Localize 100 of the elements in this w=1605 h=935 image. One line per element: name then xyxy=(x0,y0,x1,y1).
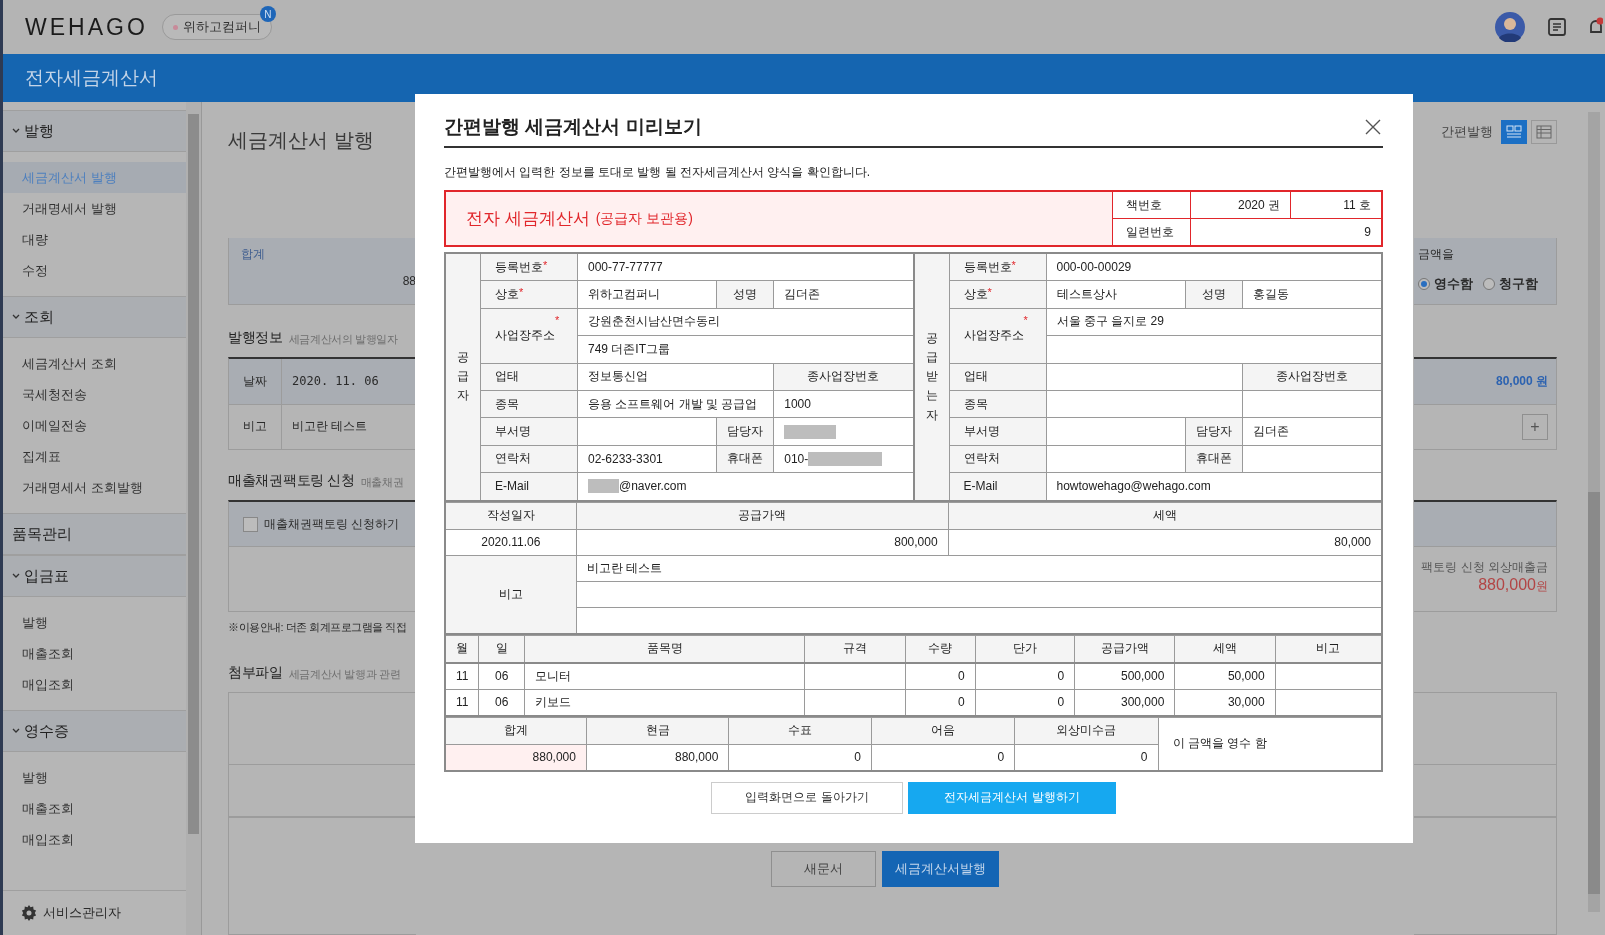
field-label: 등록번호* xyxy=(481,254,577,281)
sidebar-item[interactable]: 세금계산서 조회 xyxy=(3,348,186,379)
sidebar-item[interactable]: 발행 xyxy=(3,762,186,793)
receivable-label: 팩토링 신청 외상매출금 xyxy=(1421,559,1548,576)
table-cell: 0 xyxy=(975,662,1075,689)
table-cell: 749 더존IT그룹 xyxy=(578,336,913,363)
table-cell: 000-77-77777 xyxy=(578,254,913,281)
column-header: 현금 xyxy=(586,717,729,744)
field-label: 부서명 xyxy=(949,418,1046,445)
field-label: 종사업장번호 xyxy=(1242,363,1381,390)
field-label: 종사업장번호 xyxy=(774,363,913,390)
mode-label: 간편발행 xyxy=(1441,123,1493,141)
column-header: 외상미수금 xyxy=(1014,717,1159,744)
table-cell: 000-00-00029 xyxy=(1046,254,1381,281)
form-view-icon xyxy=(1506,125,1522,139)
table-cell: 서울 중구 을지로 29 xyxy=(1046,308,1381,336)
column-header: 품목명 xyxy=(524,635,805,663)
sidebar-item[interactable]: 거래명세서 조회발행 xyxy=(3,472,186,503)
form-view-button[interactable] xyxy=(1501,120,1527,144)
factoring-checkbox[interactable]: 매출채권팩토링 신청하기 xyxy=(243,515,400,533)
avatar-icon[interactable] xyxy=(1495,12,1525,42)
sidebar-section[interactable]: 입금표 xyxy=(3,555,186,597)
table-cell: 홍길동 xyxy=(1242,281,1381,308)
new-document-button[interactable]: 새문서 xyxy=(771,851,876,887)
row-label: 날짜 xyxy=(229,359,282,404)
radio-circle[interactable] xyxy=(1418,278,1430,290)
section-hint: 매출채권 xyxy=(360,475,404,490)
column-header: 공급가액 xyxy=(1074,635,1175,663)
radio-circle[interactable] xyxy=(1483,278,1495,290)
table-view-button[interactable] xyxy=(1531,120,1557,144)
column-header: 일 xyxy=(478,635,525,663)
sidebar-item[interactable]: 대량 xyxy=(3,224,186,255)
admin-label[interactable]: 서비스관리자 xyxy=(43,904,121,922)
sidebar-section[interactable]: 품목관리 xyxy=(3,513,186,555)
section-heading: 발행정보 xyxy=(228,329,283,347)
table-cell: 880,000 xyxy=(445,744,587,771)
table-cell: 김더존 xyxy=(1242,418,1381,445)
sidebar-item[interactable]: 거래명세서 발행 xyxy=(3,193,186,224)
back-button[interactable]: 입력화면으로 돌아가기 xyxy=(711,781,903,814)
field-label: 사업장주소 * xyxy=(949,308,1046,363)
app-title: 전자세금계산서 xyxy=(25,66,158,90)
column-header: 규격 xyxy=(804,635,906,663)
column-header: 단가 xyxy=(975,635,1075,663)
table-cell: 50,000 xyxy=(1174,662,1276,689)
field-label: 사업장주소 * xyxy=(481,308,577,363)
sidebar-item[interactable]: 수정 xyxy=(3,255,186,286)
checkbox[interactable] xyxy=(243,516,258,532)
column-header: 작성일자 xyxy=(445,502,577,529)
sidebar-section[interactable]: 영수증 xyxy=(3,710,186,752)
field-label: E-Mail xyxy=(949,473,1046,500)
field-label: 일련번호 xyxy=(1113,219,1190,245)
table-cell: 9 xyxy=(1191,219,1381,245)
notice-text: ※이용안내: 더존 회계프로그램을 직접 xyxy=(228,620,408,635)
sidebar-item[interactable]: 국세청전송 xyxy=(3,379,186,410)
sidebar-item[interactable]: 매입조회 xyxy=(3,824,186,855)
receipt-radio[interactable]: 청구함 xyxy=(1483,275,1538,293)
sidebar-item[interactable]: 매출조회 xyxy=(3,793,186,824)
table-cell: 김더존 xyxy=(774,281,913,308)
total-label: 합계 xyxy=(241,246,265,263)
table-cell: howtowehago@wehago.com xyxy=(1046,473,1381,500)
field-value: @naver.com xyxy=(619,479,687,494)
column-header: 합계 xyxy=(445,717,587,744)
column-header: 월 xyxy=(445,635,479,663)
field-label: 성명 xyxy=(717,281,774,308)
new-badge: N xyxy=(259,6,276,22)
field-label: 종목 xyxy=(949,390,1046,418)
receipt-radio[interactable]: 영수함 xyxy=(1418,275,1473,293)
sidebar-item[interactable]: 매출조회 xyxy=(3,638,186,669)
field-label: 상호* xyxy=(949,281,1046,308)
field-label: 부서명 xyxy=(481,418,577,445)
scrollbar[interactable] xyxy=(186,102,202,935)
sidebar-item[interactable]: 발행 xyxy=(3,607,186,638)
field-label: 종목 xyxy=(481,390,577,418)
sidebar-item[interactable]: 매입조회 xyxy=(3,669,186,700)
issue-button[interactable]: 세금계산서발행 xyxy=(882,851,999,887)
sidebar-section[interactable]: 발행 xyxy=(3,110,186,152)
chevron-icon xyxy=(12,128,20,134)
field-label: 휴대폰 xyxy=(1185,445,1242,473)
logo: WEHAGO xyxy=(25,13,148,41)
field-label: E-Mail xyxy=(481,473,577,500)
field-label: 성명 xyxy=(1185,281,1242,308)
close-icon[interactable] xyxy=(1365,119,1381,135)
add-button[interactable]: + xyxy=(1522,413,1548,440)
sidebar-section[interactable]: 조회 xyxy=(3,296,186,338)
section-label: 조회 xyxy=(24,307,54,327)
table-cell: 11 xyxy=(445,662,479,689)
field-label: 상호* xyxy=(481,281,577,308)
section-label: 입금표 xyxy=(24,566,69,586)
sidebar-item[interactable]: 집계표 xyxy=(3,441,186,472)
column-header: 어음 xyxy=(871,717,1015,744)
row-header: 비고 xyxy=(445,555,577,634)
column-header: 비고 xyxy=(1275,635,1382,663)
row-label: 비고 xyxy=(229,404,282,449)
side-label: 공급자 xyxy=(446,254,480,500)
field-label: 책번호 xyxy=(1113,192,1190,218)
gear-icon[interactable] xyxy=(21,905,37,921)
document-icon[interactable] xyxy=(1547,17,1567,37)
total-amount: 88 xyxy=(402,274,416,288)
sidebar-item[interactable]: 이메일전송 xyxy=(3,410,186,441)
row-value: 2020. 11. 06 xyxy=(282,359,416,404)
